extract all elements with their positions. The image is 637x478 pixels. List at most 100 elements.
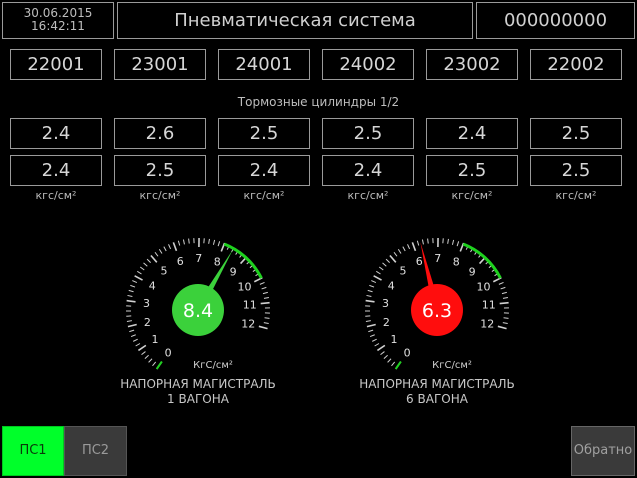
brake-cyl1-car4: 2.5 xyxy=(322,118,414,149)
tick-label: 3 xyxy=(382,297,389,310)
brake-cyl1-car5: 2.4 xyxy=(426,118,518,149)
tick-label: 1 xyxy=(151,333,158,346)
minor-tick xyxy=(456,241,460,247)
minor-tick xyxy=(371,338,377,342)
tick-label: 10 xyxy=(476,281,490,294)
major-tick xyxy=(411,242,417,252)
pressure-gauge-car6: 0123456 7 89101112КгС/см²6.3 xyxy=(365,237,509,371)
minor-tick xyxy=(503,317,509,319)
brake-cyl2-car3: 2.4 xyxy=(218,155,310,186)
major-tick xyxy=(499,301,509,305)
minor-tick xyxy=(158,249,163,254)
tick-label: 6 xyxy=(177,255,184,268)
tick-label: 8 xyxy=(214,256,221,269)
minor-tick xyxy=(259,281,265,285)
ps1-button[interactable]: ПС1 xyxy=(2,426,64,476)
brake-cyl1-car1: 2.4 xyxy=(10,118,102,149)
unit-label-3: кгс/см² xyxy=(243,189,285,202)
tick-label: 9 xyxy=(469,266,476,279)
tick-label: 0 xyxy=(404,347,411,360)
tick-label: 11 xyxy=(482,299,496,312)
minor-tick xyxy=(154,251,159,257)
minor-tick xyxy=(382,262,387,267)
minor-tick xyxy=(130,334,136,338)
minor-tick xyxy=(261,286,267,290)
minor-tick xyxy=(380,351,385,356)
minor-tick xyxy=(130,284,136,288)
tick-label: 8 xyxy=(453,256,460,269)
tick-label: 4 xyxy=(388,279,395,292)
minor-tick xyxy=(139,266,145,271)
tick-label: 0 xyxy=(165,347,172,360)
major-tick xyxy=(389,255,397,263)
major-tick xyxy=(220,242,226,252)
gauge-label-line1: НАПОРНАЯ МАГИСТРАЛЬ xyxy=(359,377,515,391)
gauge-value: 8.4 xyxy=(183,300,213,322)
tick-label: 12 xyxy=(480,317,494,330)
major-tick xyxy=(497,325,507,330)
brake-cyl2-car4: 2.4 xyxy=(322,155,414,186)
minor-tick xyxy=(501,291,507,295)
pressure-gauge-car1: 0123456 7 89101112КгС/см²8.4 xyxy=(126,237,270,371)
gauge-label-line1: НАПОРНАЯ МАГИСТРАЛЬ xyxy=(120,377,276,391)
minor-tick xyxy=(502,322,508,325)
tick-label: 7 xyxy=(195,252,202,265)
major-tick xyxy=(365,299,375,303)
tick-label: 12 xyxy=(241,317,255,330)
major-tick xyxy=(366,323,376,328)
minor-tick xyxy=(148,358,153,363)
gauge-label-car1: НАПОРНАЯ МАГИСТРАЛЬ 1 ВАГОНА xyxy=(98,377,298,407)
minor-tick xyxy=(129,329,135,333)
car-number-5: 23002 xyxy=(426,49,518,80)
brake-cyl2-car1: 2.4 xyxy=(10,155,102,186)
minor-tick xyxy=(391,361,396,367)
major-tick xyxy=(459,242,465,252)
minor-tick xyxy=(374,343,380,347)
unit-label-6: кгс/см² xyxy=(555,189,597,202)
major-tick xyxy=(376,344,386,352)
gauge-unit: КгС/см² xyxy=(432,360,472,371)
minor-tick xyxy=(397,249,402,254)
ps2-button[interactable]: ПС2 xyxy=(64,426,127,476)
zero-marker xyxy=(155,361,163,370)
minor-tick xyxy=(393,251,398,257)
tick-label: 2 xyxy=(383,316,390,329)
minor-tick xyxy=(502,297,508,299)
minor-tick xyxy=(385,258,390,263)
tick-label: 10 xyxy=(237,281,251,294)
gauge-label-car6: НАПОРНАЯ МАГИСТРАЛЬ 6 ВАГОНА xyxy=(337,377,537,407)
zero-marker xyxy=(394,361,402,370)
major-tick xyxy=(134,275,143,281)
minor-tick xyxy=(262,291,268,295)
minor-tick xyxy=(368,329,374,333)
minor-tick xyxy=(447,238,449,244)
unit-label-2: кгс/см² xyxy=(139,189,181,202)
minor-tick xyxy=(387,358,392,363)
major-tick xyxy=(172,242,178,252)
car-number-6: 22002 xyxy=(530,49,622,80)
unit-label-4: кгс/см² xyxy=(347,189,389,202)
brake-cyl1-car3: 2.5 xyxy=(218,118,310,149)
minor-tick xyxy=(146,258,151,263)
minor-tick xyxy=(451,239,455,245)
brake-cyl1-car2: 2.6 xyxy=(114,118,206,149)
minor-tick xyxy=(367,289,373,293)
minor-tick xyxy=(132,338,138,342)
minor-tick xyxy=(143,262,148,267)
minor-tick xyxy=(263,297,269,299)
page-title: Пневматическая система xyxy=(117,2,473,39)
minor-tick xyxy=(182,239,185,245)
tick-label: 3 xyxy=(143,297,150,310)
major-tick xyxy=(260,301,270,305)
gauge-unit: КгС/см² xyxy=(193,360,233,371)
back-button[interactable]: Обратно xyxy=(571,426,635,476)
minor-tick xyxy=(407,244,411,250)
minor-tick xyxy=(402,246,406,252)
minor-tick xyxy=(264,317,270,319)
tick-label: 5 xyxy=(399,265,406,278)
time-text: 16:42:11 xyxy=(31,19,85,33)
minor-tick xyxy=(376,270,381,275)
tick-label: 11 xyxy=(243,299,257,312)
minor-tick xyxy=(263,322,269,325)
major-tick xyxy=(126,299,136,303)
